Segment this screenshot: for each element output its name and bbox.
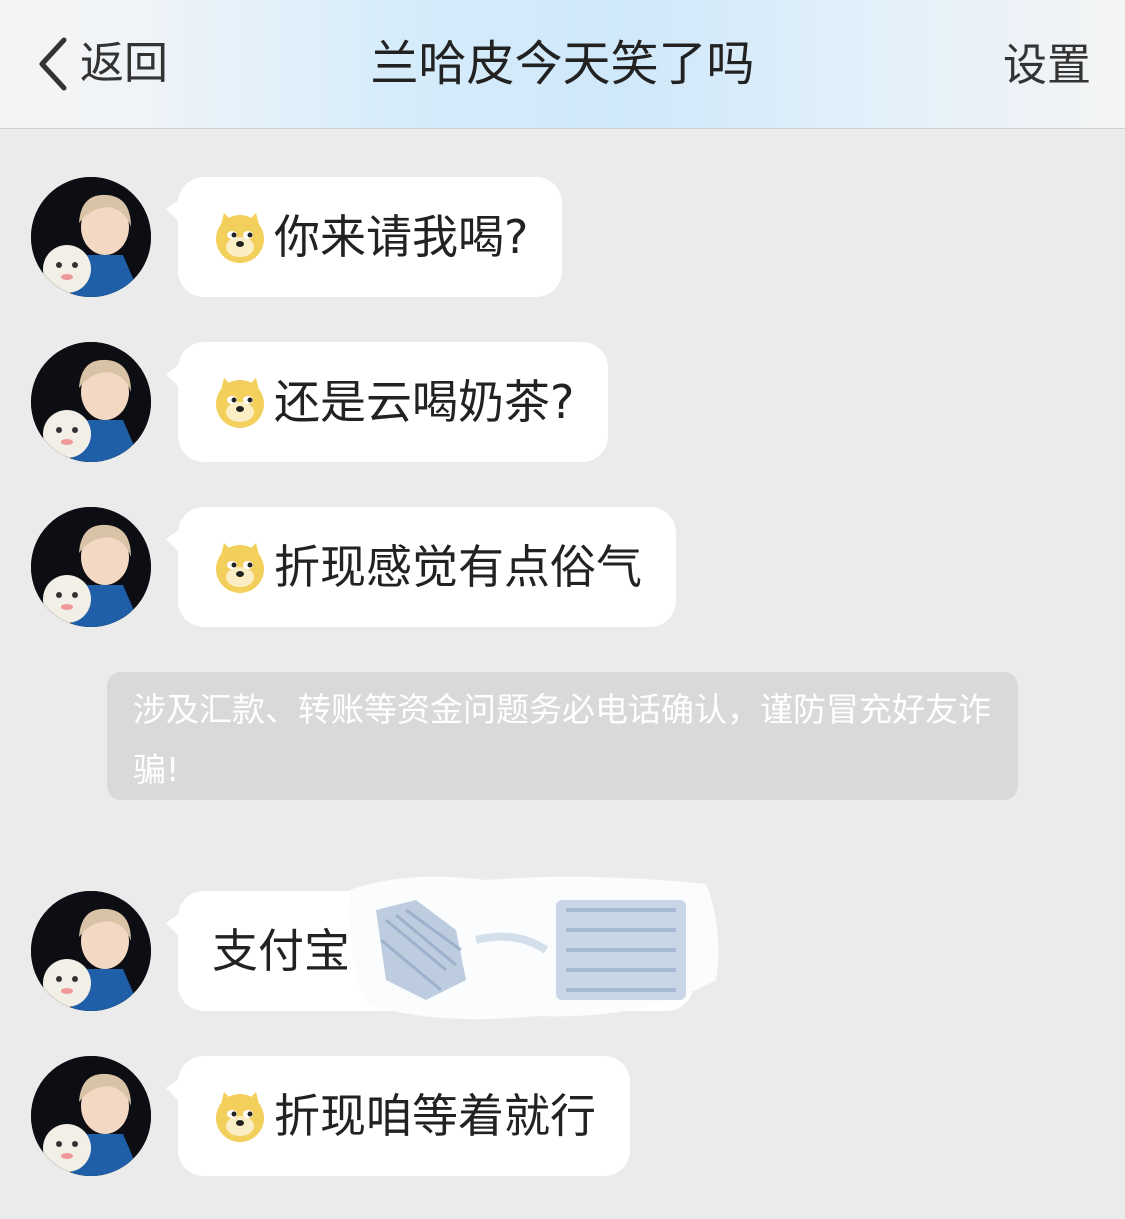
message-bubble[interactable]: 还是云喝奶茶? bbox=[165, 342, 609, 462]
message-bubble[interactable]: 折现咱等着就行 bbox=[166, 1056, 630, 1176]
doge-emoji-icon bbox=[212, 209, 268, 265]
message-bubble[interactable]: 折现感觉有点俗气 bbox=[166, 507, 676, 627]
chevron-left-icon bbox=[39, 37, 67, 91]
message-text: 还是云喝奶茶? bbox=[274, 375, 575, 429]
avatar-image bbox=[31, 177, 151, 297]
message-text: 你来请我喝? bbox=[274, 210, 529, 264]
doge-emoji-icon bbox=[212, 374, 268, 430]
settings-button[interactable]: 设置 bbox=[1003, 36, 1091, 96]
doge-emoji-icon bbox=[212, 539, 268, 595]
back-label: 返回 bbox=[80, 38, 168, 89]
avatar-image bbox=[31, 507, 151, 627]
message-text: 折现咱等着就行 bbox=[274, 1089, 596, 1143]
navigation-bar: 返回 兰哈皮今天笑了吗 设置 bbox=[0, 0, 1125, 129]
redaction-scribble bbox=[346, 870, 724, 1030]
message-bubble[interactable]: 你来请我喝? bbox=[165, 177, 563, 297]
message-text: 折现感觉有点俗气 bbox=[274, 540, 642, 594]
contact-avatar[interactable] bbox=[31, 342, 151, 462]
page-title: 兰哈皮今天笑了吗 bbox=[370, 36, 755, 92]
system-notice: 涉及汇款、转账等资金问题务必电话确认，谨防冒充好友诈骗! bbox=[107, 672, 1018, 800]
contact-avatar[interactable] bbox=[31, 177, 151, 297]
contact-avatar[interactable] bbox=[31, 507, 151, 627]
contact-avatar[interactable] bbox=[31, 891, 151, 1011]
avatar-image bbox=[31, 891, 151, 1011]
back-button[interactable]: 返回 bbox=[34, 32, 168, 96]
doge-emoji-icon bbox=[212, 1088, 268, 1144]
avatar-image bbox=[31, 1056, 151, 1176]
avatar-image bbox=[31, 342, 151, 462]
contact-avatar[interactable] bbox=[31, 1056, 151, 1176]
